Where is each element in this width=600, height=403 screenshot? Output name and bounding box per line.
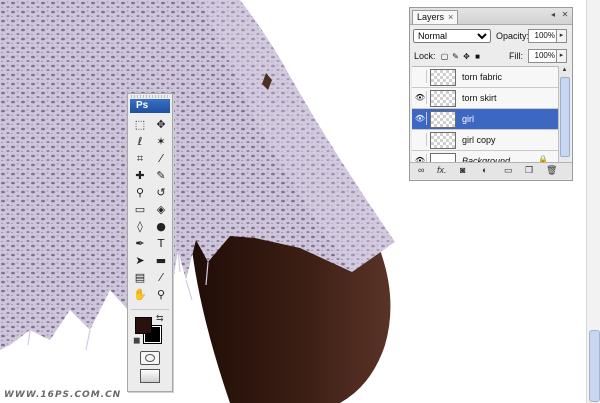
layers-tab[interactable]: Layers × <box>412 10 459 24</box>
canvas-scrollbar-thumb[interactable] <box>589 330 600 402</box>
notes-tool-icon[interactable]: ▤ <box>130 270 150 286</box>
tools-palette: Ps ⬚ ✥ ℓ ✶ ⌗ ⁄ ✚ ✎ ⚲ ↺ ▭ ◈ ◊ ● ✒ T ➤ ▬ ▤ ⁄ ✋ ⚲ ⇆ ◼ <box>127 93 173 392</box>
new-layer-icon[interactable]: ❐ <box>525 165 533 176</box>
add-mask-icon[interactable]: ◙ <box>460 165 465 175</box>
fill-arrow-icon[interactable]: ▸ <box>556 49 567 63</box>
magic-wand-tool-icon[interactable]: ✶ <box>151 134 171 150</box>
visibility-eye-icon[interactable]: 👁 <box>414 112 427 125</box>
layers-list: torn fabric 👁 torn skirt 👁 girl girl copy 👁 Bac… <box>412 66 558 175</box>
close-icon[interactable]: ✕ <box>560 10 570 20</box>
eraser-tool-icon[interactable]: ▭ <box>130 202 150 218</box>
lock-icons: ▢ ✎ ✥ ■ <box>440 51 484 61</box>
canvas-vertical-scrollbar[interactable] <box>586 0 600 403</box>
zoom-tool-icon[interactable]: ⚲ <box>151 287 171 303</box>
collapse-icon[interactable]: ◂ <box>548 10 558 20</box>
type-tool-icon[interactable]: T <box>151 236 171 252</box>
default-colors-icon[interactable]: ◼ <box>133 335 140 346</box>
layers-panel-titlebar[interactable]: Layers × ◂ ✕ <box>410 8 572 25</box>
visibility-off-icon[interactable] <box>414 70 427 83</box>
link-layers-icon[interactable]: ∞ <box>418 165 424 175</box>
layer-name: torn skirt <box>462 93 497 103</box>
lasso-tool-icon[interactable]: ℓ <box>130 134 150 150</box>
slice-tool-icon[interactable]: ⁄ <box>151 151 171 167</box>
layers-scrollbar-thumb[interactable] <box>560 77 570 157</box>
layers-scrollbar[interactable]: ▲ ▼ <box>558 66 570 174</box>
tool-grid: ⬚ ✥ ℓ ✶ ⌗ ⁄ ✚ ✎ ⚲ ↺ ▭ ◈ ◊ ● ✒ T ➤ ▬ ▤ ⁄ ✋ ⚲ <box>128 115 172 305</box>
layer-thumbnail <box>430 111 456 128</box>
layer-thumbnail <box>430 90 456 107</box>
crop-tool-icon[interactable]: ⌗ <box>130 151 150 167</box>
lock-all-icon[interactable]: ■ <box>473 52 482 61</box>
layer-thumbnail <box>430 69 456 86</box>
layer-thumbnail <box>430 132 456 149</box>
layer-row[interactable]: 👁 torn skirt <box>412 88 558 109</box>
layers-bottom-bar: ∞ fx. ◙ ◐ ▭ ❐ 🗑 <box>410 162 572 179</box>
quick-mask-icon[interactable] <box>140 351 160 365</box>
clone-stamp-tool-icon[interactable]: ⚲ <box>130 185 150 201</box>
pen-tool-icon[interactable]: ✒ <box>130 236 150 252</box>
brush-tool-icon[interactable]: ✎ <box>151 168 171 184</box>
history-brush-tool-icon[interactable]: ↺ <box>151 185 171 201</box>
layer-row[interactable]: 👁 girl <box>412 109 558 130</box>
shape-tool-icon[interactable]: ▬ <box>151 253 171 269</box>
opacity-field[interactable]: 100% <box>528 29 557 43</box>
fill-field[interactable]: 100% <box>528 49 557 63</box>
path-selection-tool-icon[interactable]: ➤ <box>130 253 150 269</box>
blend-mode-select[interactable]: Normal <box>413 29 491 43</box>
close-tab-icon[interactable]: × <box>448 12 453 22</box>
lock-image-icon[interactable]: ✎ <box>451 52 460 61</box>
lock-transparent-icon[interactable]: ▢ <box>440 52 449 61</box>
adjustment-layer-icon[interactable]: ◐ <box>482 165 487 175</box>
tools-palette-grip[interactable] <box>131 95 169 98</box>
new-group-icon[interactable]: ▭ <box>504 165 513 176</box>
lock-position-icon[interactable]: ✥ <box>462 52 471 61</box>
screen-mode-icon[interactable] <box>140 369 160 383</box>
swap-colors-icon[interactable]: ⇆ <box>156 313 164 324</box>
blur-tool-icon[interactable]: ◊ <box>130 219 150 235</box>
color-swatches: ⇆ ◼ <box>130 313 170 347</box>
scroll-up-icon[interactable]: ▲ <box>560 66 569 75</box>
layer-name: girl <box>462 114 475 124</box>
foreground-color-swatch[interactable] <box>135 317 152 334</box>
opacity-arrow-icon[interactable]: ▸ <box>556 29 567 43</box>
fx-icon[interactable]: fx. <box>437 165 447 175</box>
healing-brush-tool-icon[interactable]: ✚ <box>130 168 150 184</box>
layers-tab-label: Layers <box>417 12 445 22</box>
dodge-tool-icon[interactable]: ● <box>151 219 171 235</box>
watermark: WWW.16PS.COM.CN <box>4 390 122 400</box>
photoshop-logo[interactable]: Ps <box>130 99 170 113</box>
visibility-off-icon[interactable] <box>414 133 427 146</box>
opacity-label: Opacity: <box>496 31 530 41</box>
paint-bucket-tool-icon[interactable]: ◈ <box>151 202 171 218</box>
layer-row[interactable]: girl copy <box>412 130 558 151</box>
lock-label: Lock: <box>414 51 436 61</box>
marquee-tool-icon[interactable]: ⬚ <box>130 117 150 133</box>
hand-tool-icon[interactable]: ✋ <box>130 287 150 303</box>
eyedropper-tool-icon[interactable]: ⁄ <box>151 270 171 286</box>
fill-label: Fill: <box>509 51 523 61</box>
visibility-eye-icon[interactable]: 👁 <box>414 91 427 104</box>
layer-name: torn fabric <box>462 72 503 82</box>
layer-row[interactable]: torn fabric <box>412 67 558 88</box>
layers-panel: Layers × ◂ ✕ Normal Opacity: 100% ▸ Lock:… <box>409 7 573 181</box>
move-tool-icon[interactable]: ✥ <box>151 117 171 133</box>
layer-name: girl copy <box>462 135 496 145</box>
delete-layer-icon[interactable]: 🗑 <box>546 165 557 176</box>
